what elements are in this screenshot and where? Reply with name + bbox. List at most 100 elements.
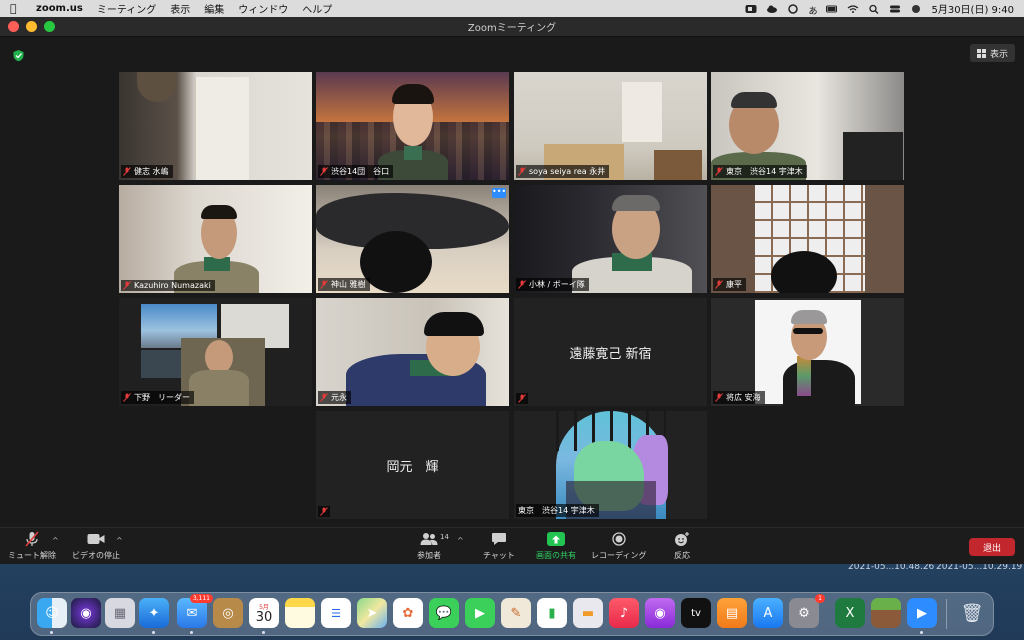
- mic-muted-icon: [123, 393, 131, 402]
- participant-label: 東京 渋谷14 宇津木: [713, 165, 807, 178]
- wifi-icon[interactable]: [847, 4, 859, 14]
- unmute-label: ミュート解除: [8, 551, 56, 560]
- photos-icon[interactable]: ✿: [393, 598, 423, 628]
- menu-window[interactable]: ウィンドウ: [238, 1, 288, 16]
- participants-button[interactable]: 参加者: [417, 531, 441, 561]
- participant-label: 将広 安海: [713, 391, 765, 404]
- video-tile-4[interactable]: 東京 渋谷14 宇津木: [711, 72, 904, 180]
- mic-muted-icon: [715, 393, 723, 402]
- mic-muted-icon: [320, 507, 328, 516]
- mic-muted-icon: [715, 167, 723, 176]
- participant-label: 神山 雅樹: [318, 278, 370, 291]
- finder-icon[interactable]: ☺: [37, 598, 67, 628]
- record-button[interactable]: レコーディング: [591, 531, 646, 561]
- mic-muted-icon: [123, 167, 131, 176]
- mic-muted-icon: [518, 394, 526, 403]
- participant-label: soya seiya rea 永井: [516, 165, 610, 178]
- leave-meeting-button[interactable]: 退出: [969, 538, 1015, 556]
- video-tile-10[interactable]: 元永: [316, 298, 509, 406]
- video-camera-icon: [87, 531, 105, 547]
- video-tile-11[interactable]: 遠藤寛己 新宿: [514, 298, 707, 406]
- messages-icon[interactable]: 💬: [429, 598, 459, 628]
- maps-icon[interactable]: ➤: [357, 598, 387, 628]
- launchpad-icon[interactable]: ▦: [105, 598, 135, 628]
- contacts-icon[interactable]: ◎: [213, 598, 243, 628]
- minecraft-icon[interactable]: [871, 598, 901, 628]
- podcasts-icon[interactable]: ◉: [645, 598, 675, 628]
- menubar-clock[interactable]: 5月30日(日) 9:40: [931, 1, 1014, 16]
- video-tile-14[interactable]: 東京 渋谷14 宇津木: [514, 411, 707, 519]
- facetime-icon[interactable]: ▶: [465, 598, 495, 628]
- reactions-label: 反応: [674, 551, 690, 560]
- stop-video-button[interactable]: ビデオの停止: [72, 531, 120, 561]
- safari-icon[interactable]: ✦: [139, 598, 169, 628]
- siri-icon[interactable]: ◉: [71, 598, 101, 628]
- video-options-chevron-icon[interactable]: ^: [116, 536, 123, 545]
- calendar-icon[interactable]: 5月 30: [249, 598, 279, 628]
- chat-button[interactable]: チャット: [483, 531, 515, 561]
- video-tile-7[interactable]: 小林 / ボーイ隊: [514, 185, 707, 293]
- zoom-icon[interactable]: ▶: [907, 598, 937, 628]
- video-tile-5[interactable]: Kazuhiro Numazaki: [119, 185, 312, 293]
- reminders-icon[interactable]: ☰: [321, 598, 351, 628]
- numbers-icon[interactable]: ▮: [537, 598, 567, 628]
- mail-icon[interactable]: ✉ 3,111: [177, 594, 213, 628]
- reactions-button[interactable]: 反応: [673, 531, 691, 561]
- zoom-status-icon[interactable]: [745, 4, 757, 14]
- participants-options-chevron-icon[interactable]: ^: [457, 536, 464, 545]
- apple-icon[interactable]: : [10, 2, 24, 15]
- running-indicator: [190, 631, 193, 634]
- menu-bar:  zoom.us ミーティング 表示 編集 ウィンドウ ヘルプ あ 5月30日…: [0, 0, 1024, 17]
- video-tile-active-speaker[interactable]: 将広 安海: [711, 298, 904, 406]
- menu-edit[interactable]: 編集: [204, 1, 224, 16]
- keynote-icon[interactable]: ▬: [573, 598, 603, 628]
- menu-meeting[interactable]: ミーティング: [97, 1, 156, 16]
- apple-tv-icon[interactable]: tv: [681, 598, 711, 628]
- spotlight-search-icon[interactable]: [868, 4, 880, 14]
- participant-label: 渋谷14団 谷口: [318, 165, 394, 178]
- excel-icon[interactable]: X: [835, 598, 865, 628]
- participants-count: 14: [440, 533, 449, 541]
- participants-label: 参加者: [417, 551, 441, 560]
- cloud-icon[interactable]: [766, 4, 778, 14]
- freeform-icon[interactable]: ✎: [501, 598, 531, 628]
- record-label: レコーディング: [591, 551, 647, 560]
- unmute-button[interactable]: ミュート解除: [8, 531, 56, 561]
- video-tile-8[interactable]: 康平: [711, 185, 904, 293]
- audio-options-chevron-icon[interactable]: ^: [52, 536, 59, 545]
- video-tile-1[interactable]: 健志 水嶋: [119, 72, 312, 180]
- creative-cloud-icon[interactable]: [787, 3, 799, 14]
- notes-icon[interactable]: [285, 598, 315, 628]
- video-tile-9[interactable]: 下野 リーダー: [119, 298, 312, 406]
- battery-icon[interactable]: [826, 4, 838, 14]
- settings-badge: 1: [815, 594, 825, 603]
- participant-label: 下野 リーダー: [121, 391, 194, 404]
- system-preferences-icon[interactable]: ⚙ 1: [789, 594, 825, 628]
- ime-icon[interactable]: あ: [808, 4, 817, 17]
- trash-icon[interactable]: 🗑: [957, 598, 987, 628]
- siri-icon[interactable]: [910, 4, 922, 14]
- video-tile-6[interactable]: ••• 神山 雅樹: [316, 185, 509, 293]
- share-screen-button[interactable]: 画面の共有: [536, 531, 576, 561]
- view-button[interactable]: 表示: [969, 44, 1015, 62]
- menu-app-name[interactable]: zoom.us: [36, 3, 83, 14]
- video-tile-2[interactable]: 渋谷14団 谷口: [316, 72, 509, 180]
- menu-help[interactable]: ヘルプ: [302, 1, 332, 16]
- participant-label: 東京 渋谷14 宇津木: [516, 504, 599, 517]
- app-store-icon[interactable]: A: [753, 598, 783, 628]
- books-icon[interactable]: ▤: [717, 598, 747, 628]
- security-shield-icon[interactable]: [12, 47, 25, 62]
- control-center-icon[interactable]: [889, 4, 901, 14]
- video-tile-3[interactable]: soya seiya rea 永井: [514, 72, 707, 180]
- grid-icon: [976, 48, 986, 58]
- running-indicator: [262, 631, 265, 634]
- chat-bubble-icon: [490, 531, 508, 547]
- share-screen-icon: [547, 531, 565, 547]
- tile-more-button[interactable]: •••: [492, 188, 506, 198]
- music-icon[interactable]: ♪: [609, 598, 639, 628]
- video-tile-13[interactable]: 岡元 輝: [316, 411, 509, 519]
- menu-view[interactable]: 表示: [170, 1, 190, 16]
- view-button-label: 表示: [989, 49, 1008, 60]
- window-title: Zoomミーティング: [467, 23, 557, 34]
- running-indicator: [152, 631, 155, 634]
